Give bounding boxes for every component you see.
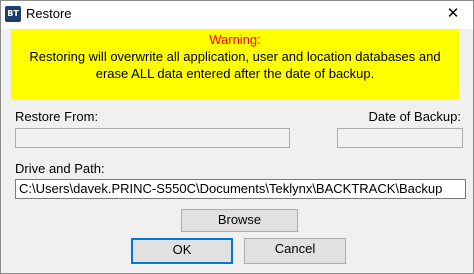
bartender-app-icon: BT: [5, 6, 21, 22]
window-title: Restore: [26, 6, 72, 21]
date-of-backup-field[interactable]: [337, 128, 463, 148]
close-icon[interactable]: ✕: [433, 1, 473, 29]
drive-and-path-label: Drive and Path:: [15, 161, 105, 176]
warning-title: Warning:: [209, 32, 261, 47]
warning-message: Restoring will overwrite all application…: [29, 49, 441, 81]
restore-from-label: Restore From:: [15, 109, 99, 124]
drive-and-path-field[interactable]: C:\Users\davek.PRINC-S550C\Documents\Tek…: [15, 179, 466, 199]
title-bar[interactable]: BT Restore ✕: [1, 1, 473, 29]
cancel-button[interactable]: Cancel: [244, 238, 346, 264]
date-of-backup-label: Date of Backup:: [368, 109, 462, 124]
restore-from-field[interactable]: [15, 128, 290, 148]
browse-button[interactable]: Browse: [181, 209, 298, 232]
restore-dialog: BT Restore ✕ Warning: Restoring will ove…: [0, 0, 474, 274]
ok-button[interactable]: OK: [131, 238, 233, 264]
warning-banner: Warning: Restoring will overwrite all ap…: [11, 29, 459, 99]
